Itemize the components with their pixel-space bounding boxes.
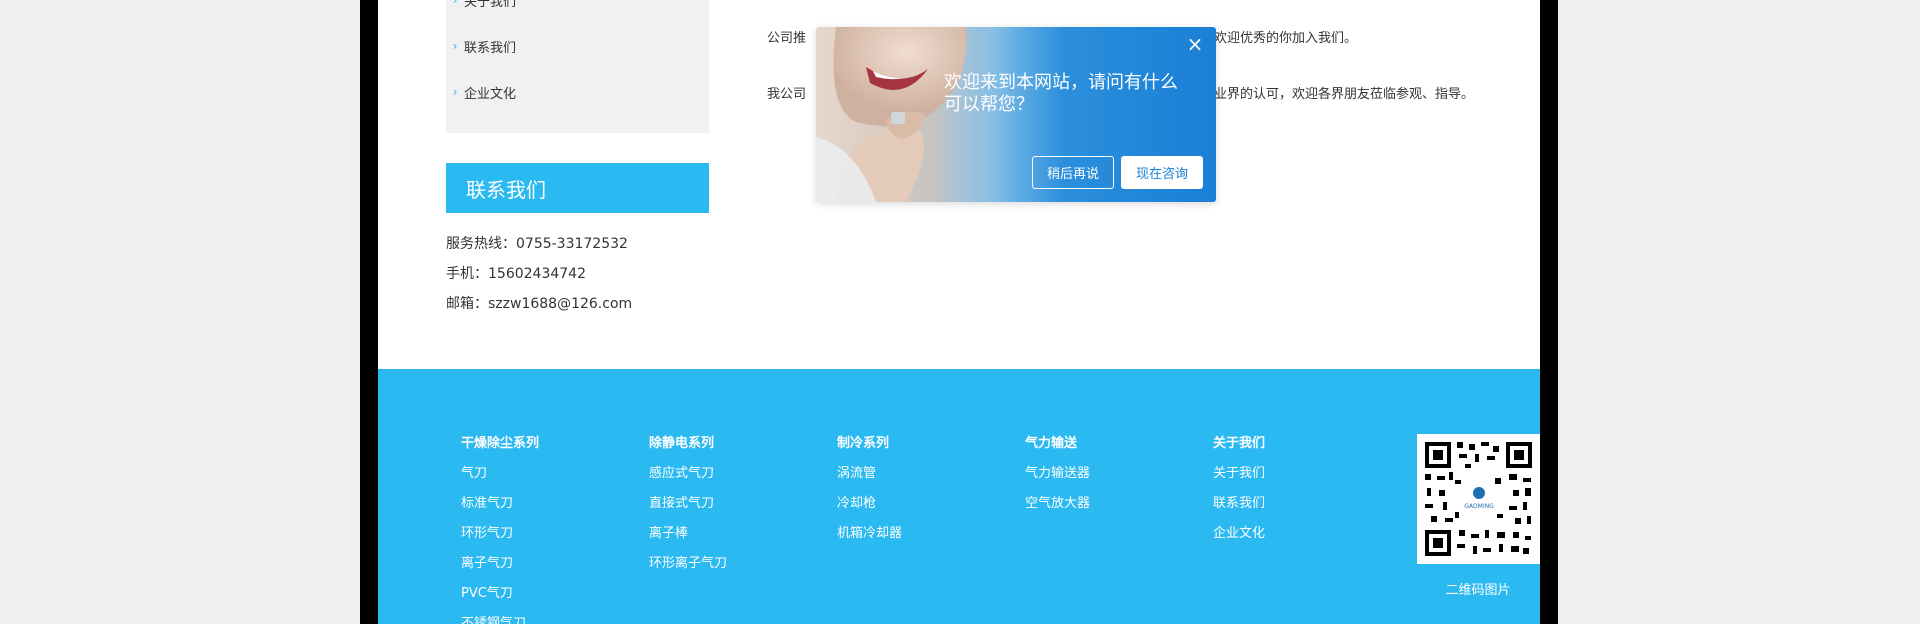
article-text-line2-start: 我公司 (767, 87, 807, 102)
sidebar-item-contact[interactable]: › 联系我们 (446, 34, 516, 58)
article-text-line2-end: 业界的认可，欢迎各界朋友莅临参观、指导。 (1214, 87, 1475, 102)
footer-column-heading[interactable]: 气力输送 (1025, 434, 1090, 454)
footer-link[interactable]: 气刀 (461, 464, 539, 484)
sidebar-item-about[interactable]: › 关于我们 (446, 0, 516, 12)
sidebar-item-label: 关于我们 (464, 0, 517, 10)
footer-link[interactable]: 冷却枪 (837, 494, 902, 514)
qr-code-image: GAOMING (1417, 434, 1540, 564)
footer-link[interactable]: 关于我们 (1213, 464, 1265, 484)
footer-link[interactable]: 环形气刀 (461, 524, 539, 544)
chevron-right-icon: › (452, 0, 458, 7)
footer-link[interactable]: 离子气刀 (461, 554, 539, 574)
contact-hotline: 服务热线：0755-33172532 (446, 236, 628, 252)
footer-link[interactable]: PVC气刀 (461, 584, 539, 604)
qr-code-icon: GAOMING (1423, 440, 1534, 558)
chevron-right-icon: › (452, 85, 458, 99)
footer-link[interactable]: 空气放大器 (1025, 494, 1090, 514)
browser-viewport: › 关于我们 › 联系我们 › 企业文化 联系我们 服务热线：0755-3317… (0, 0, 1920, 624)
popup-message: 欢迎来到本网站，请问有什么可以帮您？ (944, 72, 1178, 115)
footer-link[interactable]: 标准气刀 (461, 494, 539, 514)
footer-link[interactable]: 离子棒 (649, 524, 727, 544)
footer-column-conveying: 气力输送 气力输送器 空气放大器 (1025, 434, 1090, 514)
contact-email: 邮箱：szzw1688@126.com (446, 296, 633, 312)
footer-link[interactable]: 企业文化 (1213, 524, 1265, 544)
right-side-bar (1540, 0, 1558, 624)
footer-column-about: 关于我们 关于我们 联系我们 企业文化 (1213, 434, 1265, 544)
footer-link[interactable]: 机箱冷却器 (837, 524, 902, 544)
consultation-popup: × 欢迎来到本网站，请问有什么可以帮您？ 稍后再说 现在咨询 (816, 27, 1216, 202)
sidebar-item-label: 联系我们 (464, 40, 517, 56)
article-text-line1-start: 公司推 (767, 31, 807, 46)
footer-link[interactable]: 感应式气刀 (649, 464, 727, 484)
contact-section-title: 联系我们 (446, 163, 709, 213)
qr-code-caption: 二维码图片 (1445, 583, 1511, 598)
footer-column-heading[interactable]: 关于我们 (1213, 434, 1265, 454)
qr-logo-text: GAOMING (1464, 503, 1494, 510)
footer-column-drying: 干燥除尘系列 气刀 标准气刀 环形气刀 离子气刀 PVC气刀 不锈钢气刀 (461, 434, 539, 624)
sidebar-item-culture[interactable]: › 企业文化 (446, 80, 516, 104)
footer-link[interactable]: 环形离子气刀 (649, 554, 727, 574)
consult-now-button[interactable]: 现在咨询 (1121, 156, 1203, 189)
footer-column-heading[interactable]: 制冷系列 (837, 434, 902, 454)
later-button[interactable]: 稍后再说 (1032, 156, 1114, 189)
footer-link[interactable]: 涡流管 (837, 464, 902, 484)
footer-link[interactable]: 气力输送器 (1025, 464, 1090, 484)
article-text-line1-end: 欢迎优秀的你加入我们。 (1214, 31, 1358, 46)
sidebar-item-label: 企业文化 (464, 86, 517, 102)
sidebar-menu: › 关于我们 › 联系我们 › 企业文化 (446, 0, 709, 133)
footer-column-heading[interactable]: 干燥除尘系列 (461, 434, 539, 454)
footer-link[interactable]: 联系我们 (1213, 494, 1265, 514)
left-side-bar (360, 0, 378, 624)
footer-link[interactable]: 直接式气刀 (649, 494, 727, 514)
site-footer: 干燥除尘系列 气刀 标准气刀 环形气刀 离子气刀 PVC气刀 不锈钢气刀 除静电… (378, 369, 1540, 624)
footer-column-heading[interactable]: 除静电系列 (649, 434, 727, 454)
footer-column-antistatic: 除静电系列 感应式气刀 直接式气刀 离子棒 环形离子气刀 (649, 434, 727, 574)
contact-mobile: 手机：15602434742 (446, 266, 586, 282)
chevron-right-icon: › (452, 39, 458, 53)
footer-link[interactable]: 不锈钢气刀 (461, 614, 539, 624)
close-icon[interactable]: × (1184, 33, 1206, 55)
footer-column-cooling: 制冷系列 涡流管 冷却枪 机箱冷却器 (837, 434, 902, 544)
